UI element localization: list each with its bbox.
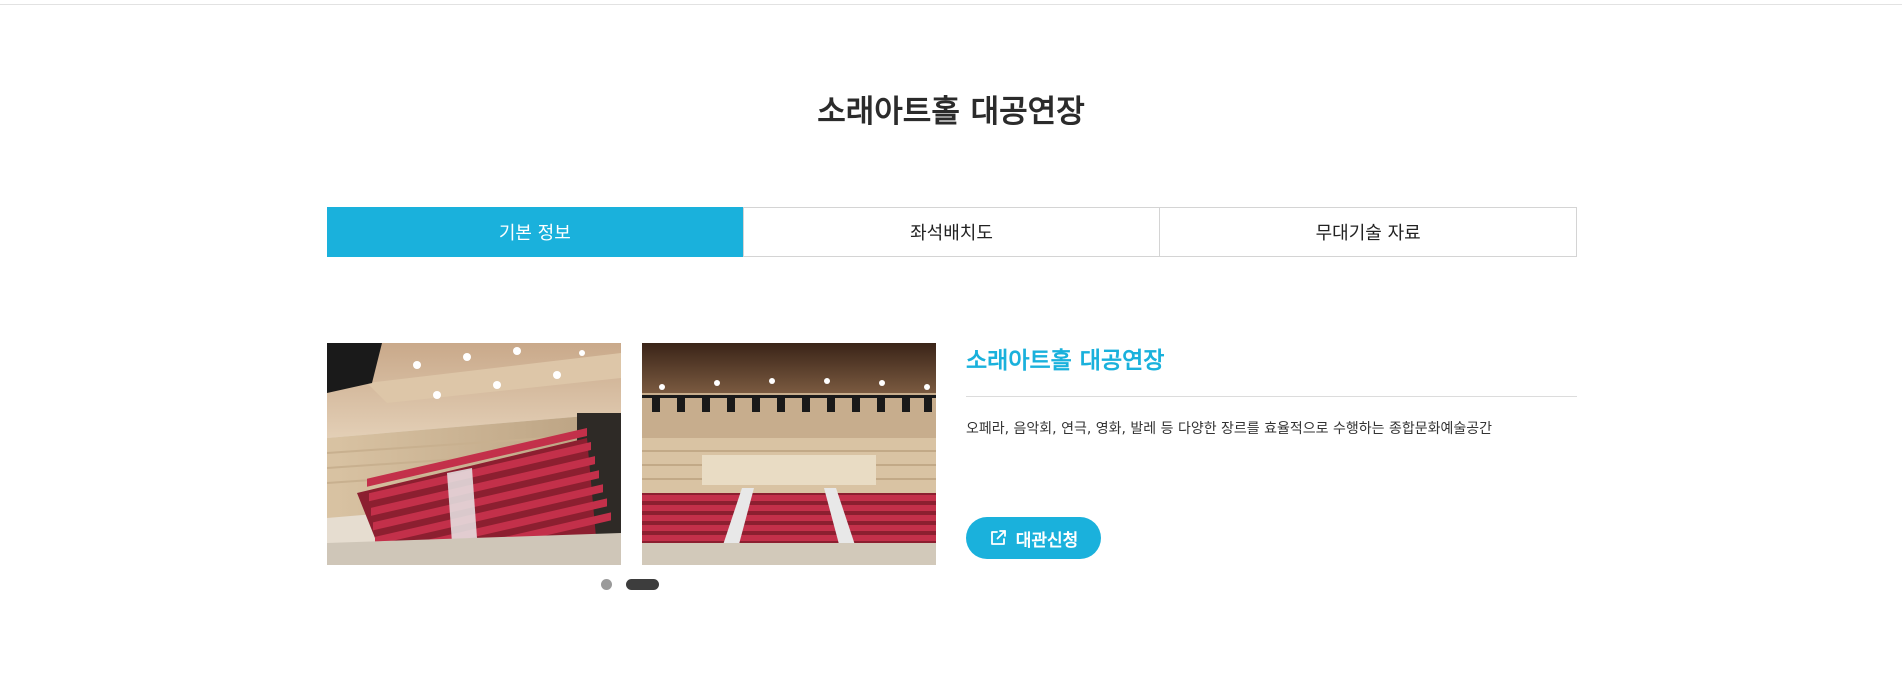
page-title: 소래아트홀 대공연장 [817, 94, 1085, 130]
tab-stage-tech-data[interactable]: 무대기술 자료 [1159, 208, 1576, 256]
external-link-icon [989, 529, 1007, 547]
venue-name: 소래아트홀 대공연장 [966, 343, 1577, 397]
venue-info: 소래아트홀 대공연장 오페라, 음악회, 연극, 영화, 발레 등 다양한 장르… [966, 343, 1577, 439]
tab-seating-chart[interactable]: 좌석배치도 [742, 208, 1160, 256]
tab-bar: 기본 정보 좌석배치도 무대기술 자료 [327, 207, 1577, 257]
photo-gallery [327, 343, 936, 565]
pagination-dot-2-active[interactable] [626, 578, 659, 590]
top-divider [0, 0, 1902, 5]
auditorium-photo-front-view[interactable] [642, 343, 936, 565]
venue-description: 오페라, 음악회, 연극, 영화, 발레 등 다양한 장르를 효율적으로 수행하… [966, 421, 1492, 437]
pagination-dot-1[interactable] [601, 578, 612, 590]
rental-apply-button[interactable]: 대관신청 [966, 517, 1101, 559]
auditorium-photo-side-view[interactable] [327, 343, 621, 565]
tab-basic-info[interactable]: 기본 정보 [327, 207, 743, 257]
gallery-pagination [601, 578, 659, 590]
rental-apply-label: 대관신청 [1015, 530, 1079, 551]
